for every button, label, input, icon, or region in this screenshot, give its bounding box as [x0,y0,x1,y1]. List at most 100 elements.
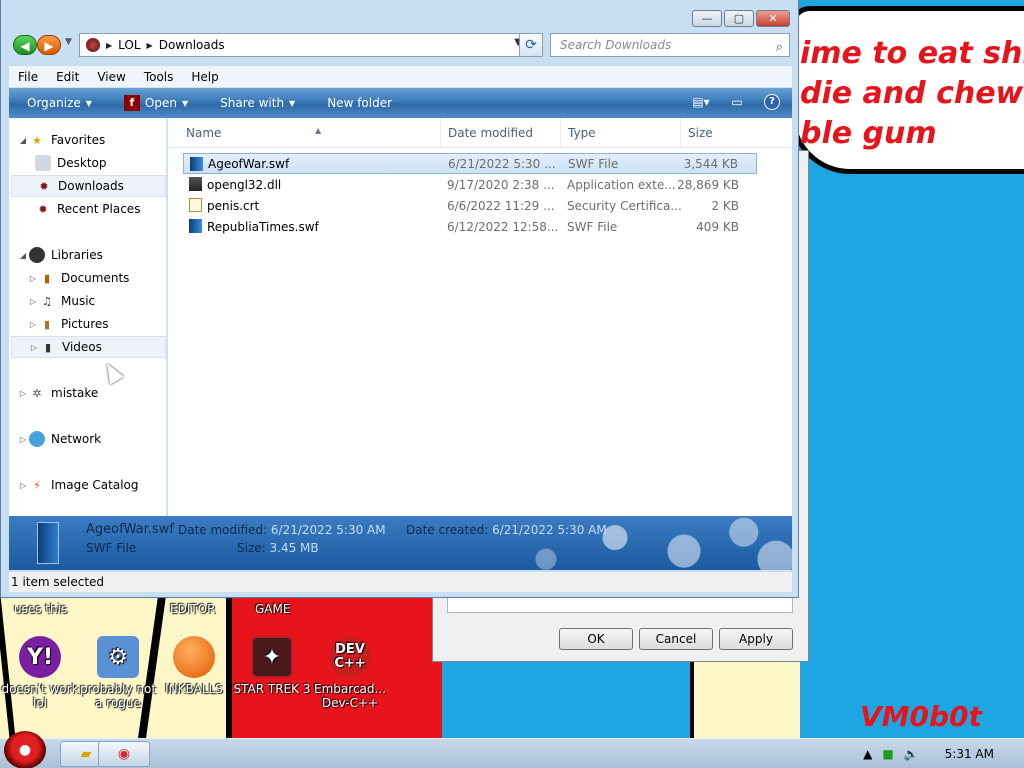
breadcrumb-current[interactable]: Downloads [159,38,225,52]
change-view-icon[interactable]: ▤▾ [692,94,710,110]
forward-button[interactable]: ▶ [37,35,61,55]
clock[interactable]: 5:31 AM [945,747,994,761]
back-button[interactable]: ◀ [13,35,37,55]
tree-item-libraries[interactable]: ◢ Libraries [17,244,167,266]
menu-edit[interactable]: Edit [47,70,88,84]
file-row[interactable]: AgeofWar.swf 6/21/2022 5:30 ... SWF File… [183,153,757,174]
recent-pages-dropdown[interactable]: ▼ [65,37,72,47]
documents-icon: ▮ [43,271,51,285]
expand-arrow-icon[interactable]: ▷ [17,389,29,398]
search-icon[interactable]: ⌕ [776,37,783,59]
tree-item-desktop[interactable]: Desktop [35,152,167,174]
menu-tools[interactable]: Tools [135,70,183,84]
file-list: Name ▲ Date modified Type Size AgeofWar.s… [168,118,792,516]
caption-buttons: — ▢ ✕ [692,10,790,27]
desktop-icon-label: INKBALLS [165,682,223,696]
chevron-down-icon: ▼ [85,98,92,108]
taskbar-chrome-button[interactable]: ◉ [98,741,150,767]
recent-places-icon: ✹ [38,202,48,216]
menu-help[interactable]: Help [182,70,227,84]
tree-item-label: Image Catalog [51,478,139,492]
open-button[interactable]: f Open ▼ [106,95,202,111]
breadcrumb-separator-icon[interactable]: ▶ [147,41,153,50]
search-placeholder: Search Downloads [560,38,672,52]
tree-item-recent-places[interactable]: ✹ Recent Places [35,198,167,220]
downloads-icon: ✹ [39,179,49,193]
close-button[interactable]: ✕ [756,10,790,27]
expand-arrow-icon[interactable]: ▷ [28,343,40,352]
ok-button[interactable]: OK [559,628,633,650]
expand-arrow-icon[interactable]: ▷ [17,481,29,490]
menu-view[interactable]: View [88,70,134,84]
tree-item-label: mistake [51,386,99,400]
taskbar: ● ▰ ◉ ▲ ■ 🔈 5:31 AM [0,731,1024,768]
tree-item-pictures[interactable]: ▷ ▮ Pictures [27,313,167,335]
tree-item-documents[interactable]: ▷ ▮ Documents [27,267,167,289]
file-row[interactable]: penis.crt 6/6/2022 11:29 ... Security Ce… [183,195,757,216]
expand-arrow-icon[interactable]: ▷ [27,297,39,306]
expand-arrow-icon[interactable]: ▷ [17,435,29,444]
tree-item-favorites[interactable]: ◢ ★ Favorites [17,129,167,151]
swf-file-icon [37,522,59,564]
maximize-button[interactable]: ▢ [724,10,754,27]
details-modified-label: Date modified: [178,523,268,537]
column-header-name[interactable]: Name ▲ [179,118,441,148]
expand-arrow-icon[interactable]: ▷ [27,320,39,329]
details-modified-value: 6/21/2022 5:30 AM [270,523,386,537]
open-label: Open [144,96,177,110]
tree-item-label: Favorites [51,133,106,147]
tree-item-image-catalog[interactable]: ▷ ⚡ Image Catalog [17,474,167,496]
organize-button[interactable]: Organize ▼ [9,96,106,110]
network-status-icon[interactable]: ■ [882,747,893,761]
apply-button[interactable]: Apply [719,628,793,650]
tree-item-music[interactable]: ▷ ♫ Music [27,290,167,312]
expand-arrow-icon[interactable]: ◢ [17,136,29,145]
file-size: 28,869 KB [677,177,739,192]
pictures-icon: ▮ [43,317,51,331]
breadcrumb-separator-icon[interactable]: ▶ [106,41,112,50]
column-header-size[interactable]: Size [680,118,762,148]
minimize-button[interactable]: — [692,10,722,27]
file-name: opengl32.dll [207,177,282,192]
address-bar[interactable]: ▶ LOL ▶ Downloads ▼ [79,33,529,57]
breadcrumb-root[interactable]: LOL [118,38,140,52]
swf-file-icon [189,219,202,233]
desktop-shortcut-star-trek[interactable]: ✦ STAR TREK 3 [232,636,312,696]
desktop-shortcut-inkballs[interactable]: INKBALLS [154,636,234,696]
navigation-row: ◀ ▶ ▼ ▶ LOL ▶ Downloads ▼ ⟳ Search Downl… [13,33,790,57]
help-icon[interactable]: ? [764,94,780,110]
libraries-icon [29,247,45,263]
column-header-label: Name [186,126,222,140]
desktop-shortcut-yahoo[interactable]: Y! doesn't work lol [0,636,80,710]
show-hidden-icons-icon[interactable]: ▲ [863,747,872,761]
tree-item-downloads[interactable]: ✹ Downloads [11,175,166,197]
desktop-icon-label: doesn't work lol [1,682,79,710]
file-size: 409 KB [696,219,739,234]
file-date: 6/6/2022 11:29 ... [447,198,555,213]
share-with-button[interactable]: Share with ▼ [202,96,309,110]
search-input[interactable]: Search Downloads ⌕ [550,33,790,57]
new-folder-button[interactable]: New folder [309,96,406,110]
file-row[interactable]: RepubliaTimes.swf 6/12/2022 12:58... SWF… [183,216,757,237]
file-size: 3,544 KB [683,156,738,171]
column-header-type[interactable]: Type [560,118,680,148]
dev-cpp-icon: DEV C++ [329,636,371,678]
desktop-shortcut-system[interactable]: ⚙ probably not a rogue [78,636,158,710]
tree-item-network[interactable]: ▷ Network [17,428,167,450]
desktop-shortcut-dev-cpp[interactable]: DEV C++ Embarcad... Dev-C++ [310,636,390,710]
volume-icon[interactable]: 🔈 [904,747,919,761]
expand-arrow-icon[interactable]: ▷ [27,274,39,283]
column-header-date[interactable]: Date modified [440,118,560,148]
preview-pane-icon[interactable]: ▭ [728,94,746,110]
network-icon [29,431,45,447]
refresh-button[interactable]: ⟳ [519,33,543,57]
expand-arrow-icon[interactable]: ◢ [17,251,29,260]
tree-item-mistake[interactable]: ▷ ✲ mistake [17,382,167,404]
file-name: penis.crt [207,198,260,213]
menu-file[interactable]: File [9,70,47,84]
tree-item-videos[interactable]: ▷ ▮ Videos [11,336,166,358]
file-type: Security Certifica... [567,198,682,213]
cancel-button[interactable]: Cancel [639,628,713,650]
file-row[interactable]: opengl32.dll 9/17/2020 2:38 ... Applicat… [183,174,757,195]
start-button[interactable]: ● [4,731,46,768]
